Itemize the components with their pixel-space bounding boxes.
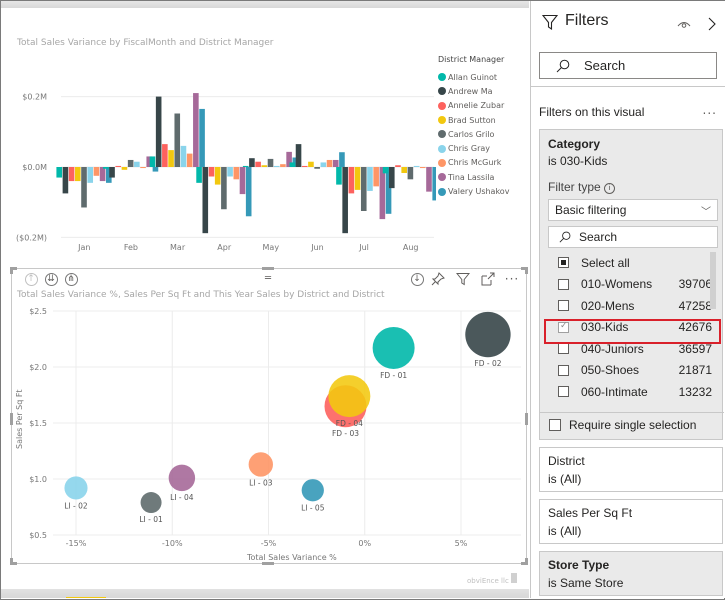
item-count: 39706 — [678, 277, 712, 291]
bubble[interactable] — [168, 464, 196, 492]
y-tick-label: $1.5 — [29, 419, 47, 428]
require-single-selection[interactable]: Require single selection — [548, 418, 696, 432]
bubble[interactable] — [328, 375, 371, 418]
category-list-item[interactable]: 010-Womens 39706 — [548, 274, 718, 295]
item-label: 020-Mens — [581, 298, 635, 313]
filters-pane: Filters Search Filters on this visual ..… — [530, 1, 725, 598]
filter-type-text: Filter type — [548, 180, 601, 194]
list-scrollbar[interactable] — [710, 252, 716, 309]
filter-card-title: District — [548, 454, 585, 468]
require-single-checkbox[interactable] — [549, 419, 561, 431]
bubble[interactable] — [465, 311, 511, 358]
search-placeholder: Search — [584, 58, 626, 73]
item-label: 050-Shoes — [581, 363, 640, 377]
page-tabs-bar — [1, 589, 529, 598]
filter-icon — [542, 14, 558, 30]
divider — [540, 412, 724, 413]
bubble[interactable] — [372, 326, 415, 369]
filter-card-sales-per-sq-ft[interactable]: Sales Per Sq Ft is (All) — [539, 499, 723, 544]
x-tick-label: -5% — [261, 539, 277, 548]
item-count: 21871 — [678, 363, 712, 377]
search-placeholder: Search — [579, 230, 618, 244]
checkbox[interactable] — [558, 364, 569, 376]
filter-card-district[interactable]: District is (All) — [539, 447, 723, 492]
category-search-input[interactable]: Search — [548, 226, 718, 248]
chevron-down-icon: ﹀ — [701, 207, 711, 218]
filter-type-label: Filter type i — [548, 180, 616, 194]
divider — [531, 86, 725, 87]
filter-card-title: Category — [548, 137, 601, 151]
category-list-item[interactable]: 020-Mens 47258 — [548, 295, 718, 316]
x-tick-label: -10% — [162, 539, 183, 548]
checkbox[interactable] — [558, 386, 569, 397]
bubble-label: FD - 02 — [474, 359, 501, 368]
filters-pane-title: Filters — [565, 12, 609, 29]
bubble[interactable] — [140, 492, 162, 514]
checkbox[interactable] — [558, 300, 569, 311]
filter-card-summary: is Same Store — [548, 576, 624, 590]
x-tick-label: 5% — [455, 539, 468, 548]
select-all-item[interactable]: Select all — [548, 252, 718, 273]
select-all-label: Select all — [581, 255, 630, 270]
bubble-label: LI - 04 — [170, 493, 194, 502]
search-icon — [556, 59, 570, 72]
filter-card-summary: is 030-Kids — [548, 154, 608, 168]
bubble-label: LI - 03 — [249, 479, 273, 488]
bubble-label: LI - 01 — [139, 515, 163, 524]
filter-card-summary: is (All) — [548, 524, 582, 538]
filter-card-category[interactable]: Category is 030-Kids Filter type i Basic… — [539, 129, 724, 440]
filter-type-dropdown[interactable]: Basic filtering ﹀ — [548, 199, 718, 221]
checkbox[interactable] — [558, 278, 569, 290]
x-axis-title: Total Sales Variance % — [246, 553, 337, 562]
bubble[interactable] — [301, 479, 324, 502]
highlight-box — [544, 319, 721, 344]
filter-card-title: Sales Per Sq Ft — [548, 506, 633, 520]
y-tick-label: $0.5 — [29, 531, 47, 540]
category-list-item[interactable]: 060-Intimate 13232 — [548, 381, 718, 402]
bubble-label: FD - 03 — [332, 429, 359, 438]
filters-search-input[interactable]: Search — [539, 52, 717, 79]
require-single-label: Require single selection — [569, 418, 697, 432]
bubble-label: FD - 04 — [336, 419, 363, 428]
filter-card-summary: is (All) — [548, 472, 582, 486]
bubble-label: FD - 01 — [380, 371, 407, 380]
filter-card-title: Store Type — [548, 558, 610, 572]
category-list-item[interactable]: 050-Shoes 21871 — [548, 360, 718, 381]
bubble-label: LI - 05 — [301, 503, 325, 512]
info-icon[interactable]: i — [604, 183, 616, 194]
y-axis-title: Sales Per Sq Ft — [15, 389, 24, 449]
filter-type-value: Basic filtering — [555, 203, 627, 217]
item-count: 47258 — [678, 298, 712, 313]
item-label: 060-Intimate — [581, 384, 648, 399]
bubble[interactable] — [248, 452, 273, 477]
bubble[interactable] — [64, 476, 88, 500]
scatter-visual[interactable]: ↑ ⇊ ⋔ ═ ↓ ··· Total Sales Variance %, Sa… — [10, 267, 528, 565]
bubble-label: LI - 02 — [64, 502, 88, 511]
select-all-checkbox[interactable] — [558, 257, 569, 268]
item-count: 13232 — [678, 384, 712, 399]
item-label: 010-Womens — [581, 277, 653, 291]
x-tick-label: -15% — [66, 539, 87, 548]
y-tick-label: $1.0 — [29, 475, 47, 484]
y-tick-label: $2.5 — [29, 307, 47, 316]
report-canvas: Total Sales Variance by FiscalMonth and … — [1, 1, 529, 598]
search-icon — [559, 231, 571, 243]
scatter-chart[interactable]: $2.5 $2.0 $1.5 $1.0 $0.5 -15% -10% -5% 0% 5% Total… — [1, 1, 529, 566]
scroll-indicator[interactable] — [511, 573, 517, 583]
filter-card-store-type[interactable]: Store Type is Same Store — [539, 551, 723, 596]
section-more-button[interactable]: ... — [703, 103, 717, 117]
x-tick-label: 0% — [358, 539, 371, 548]
y-tick-label: $2.0 — [29, 363, 47, 372]
collapse-pane-icon[interactable] — [708, 17, 716, 31]
eye-icon[interactable] — [677, 19, 691, 29]
checkbox[interactable] — [558, 343, 569, 354]
filters-on-visual-label: Filters on this visual — [539, 105, 645, 119]
active-page-tab-indicator[interactable] — [66, 597, 106, 598]
